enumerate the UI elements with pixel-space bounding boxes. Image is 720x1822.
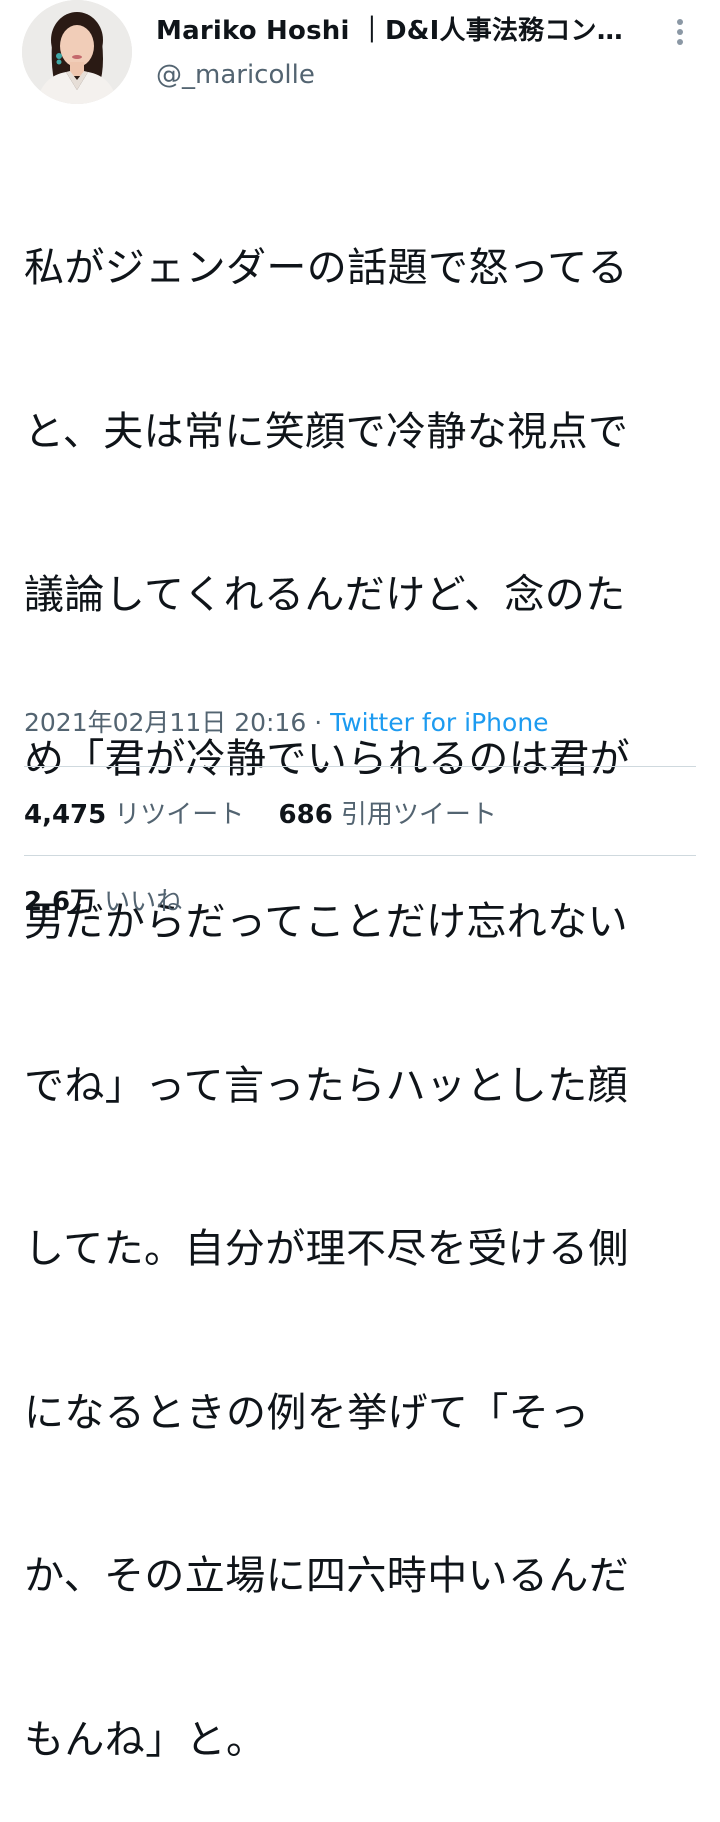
likes-stats-row: 2.6万 いいね bbox=[24, 881, 208, 918]
likes-stat[interactable]: 2.6万 いいね bbox=[24, 881, 182, 918]
likes-count: 2.6万 bbox=[24, 887, 97, 917]
tweet-source-link[interactable]: Twitter for iPhone bbox=[330, 708, 548, 737]
tweet-header: Mariko Hoshi ｜D&I人事法務コン… @_maricolle bbox=[0, 0, 720, 110]
avatar[interactable] bbox=[22, 0, 132, 104]
divider bbox=[24, 766, 696, 767]
tweet-text-line: と、夫は常に笑顔で冷静な視点で bbox=[24, 408, 629, 455]
tweet-text-line: してた。自分が理不尽を受ける側 bbox=[24, 1226, 629, 1272]
engagement-stats-row: 4,475 リツイート 686 引用ツイート bbox=[24, 794, 523, 831]
tweet-text-line: 私がジェンダーの話題で怒ってる bbox=[24, 245, 628, 291]
quotes-label: 引用ツイート bbox=[340, 800, 497, 830]
likes-label: いいね bbox=[104, 887, 183, 917]
tweet-text-line: もんね」と。 bbox=[24, 1716, 267, 1763]
tweet-meta: 2021年02月11日 20:16 · Twitter for iPhone bbox=[24, 703, 549, 739]
quotes-count: 686 bbox=[278, 800, 333, 830]
tweet-text-line: になるときの例を挙げて「そっ bbox=[24, 1389, 590, 1436]
more-vertical-icon[interactable] bbox=[668, 14, 692, 50]
meta-separator: · bbox=[306, 708, 331, 737]
retweets-count: 4,475 bbox=[24, 800, 107, 830]
tweet-timestamp[interactable]: 2021年02月11日 20:16 bbox=[24, 708, 306, 737]
retweets-stat[interactable]: 4,475 リツイート bbox=[24, 794, 244, 831]
tweet-body: 私がジェンダーの話題で怒ってる と、夫は常に笑顔で冷静な視点で 議論してくれるん… bbox=[24, 132, 699, 1822]
tweet-text-line: 議論してくれるんだけど、念のた bbox=[24, 572, 626, 618]
tweet-text-line: か、その立場に四六時中いるんだ bbox=[24, 1553, 630, 1599]
tweet-text-line: め「君が冷静でいられるのは君が bbox=[24, 735, 630, 782]
divider bbox=[24, 855, 696, 856]
author-display-name[interactable]: Mariko Hoshi ｜D&I人事法務コン… bbox=[156, 10, 646, 47]
tweet-text-line: でね」って言ったらハッとした顔 bbox=[24, 1062, 628, 1109]
retweets-label: リツイート bbox=[114, 800, 245, 830]
author-handle[interactable]: @_maricolle bbox=[156, 60, 315, 90]
quotes-stat[interactable]: 686 引用ツイート bbox=[279, 794, 497, 831]
